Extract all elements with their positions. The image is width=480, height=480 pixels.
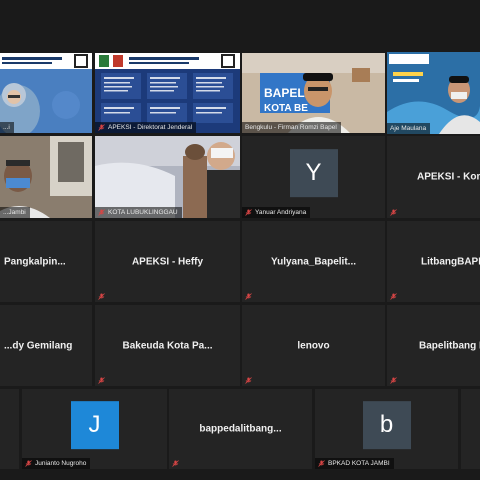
participant-center-name: lenovo [297,340,330,351]
participant-tile[interactable]: ...i [0,53,92,133]
mic-muted-icon [390,209,397,216]
mic-muted-icon [98,124,105,131]
participant-name: ...Jambi [3,209,26,216]
participant-nameplate [387,375,401,386]
participant-nameplate: Aje Maulana [387,123,431,134]
participant-tile[interactable]: Bapelitbang K... [387,305,480,386]
participant-tile[interactable]: APEKSI - Direktorat Jenderal [95,53,240,133]
mic-muted-icon [390,293,397,300]
participant-center-name: bappedalitbang... [199,423,282,435]
participant-nameplate: KOTA LUBUKLINGGAU [95,207,182,218]
participant-name: BPKAD KOTA JAMBI [328,460,390,467]
participant-center-name: ...dy Gemilang [4,340,73,351]
participant-tile[interactable]: b BPKAD KOTA JAMBI [315,389,458,469]
participant-tile[interactable]: J Junianto Nugroho [22,389,167,469]
participant-video [387,52,480,134]
participant-video [95,136,240,218]
gallery-grid: ...i APEKSI - Direktorat Jenderal BAPEL … [0,0,480,480]
participant-name: APEKSI - Direktorat Jenderal [108,124,193,131]
participant-tile[interactable]: Pangkalpin... [0,221,92,302]
participant-name: Yanuar Andriyana [255,209,307,216]
participant-nameplate: ...Jambi [0,207,30,218]
participant-tile[interactable]: APEKSI - Kom... [387,136,480,218]
participant-center-name: Bapelitbang K... [419,340,480,351]
participant-name: KOTA LUBUKLINGGAU [108,209,178,216]
mic-muted-icon [172,460,179,467]
participant-avatar: Y [289,149,338,198]
participant-nameplate: Bengkulu - Firman Romzi Bapel [242,122,341,133]
participant-nameplate [242,375,256,386]
participant-tile[interactable]: Yulyana_Bapelit... [242,221,385,302]
participant-nameplate: APEKSI - Direktorat Jenderal [95,122,197,133]
participant-video [95,53,240,133]
participant-tile-active-speaker[interactable]: Aje Maulana [387,52,480,134]
mic-muted-icon [25,460,32,467]
participant-tile[interactable]: BAPEL KOTA BE Bengkulu - Firman Romzi Ba… [242,53,385,133]
participant-video: BAPEL KOTA BE [242,53,385,133]
mic-muted-icon [245,377,252,384]
participant-tile[interactable]: Bakeuda Kota Pa... [95,305,240,386]
mic-muted-icon [390,377,397,384]
participant-center-name: Pangkalpin... [4,256,66,267]
avatar-initial: J [88,411,101,439]
mic-muted-icon [245,293,252,300]
participant-name: Bengkulu - Firman Romzi Bapel [245,124,337,131]
participant-center-name: LitbangBAPP... [421,256,480,267]
participant-tile[interactable]: LitbangBAPP... [387,221,480,302]
mic-muted-icon [98,209,105,216]
participant-tile[interactable]: bappedalitbang... [169,389,312,469]
participant-tile[interactable]: ...dy Gemilang [0,305,92,386]
participant-nameplate [169,458,183,469]
participant-avatar: b [362,401,411,450]
participant-tile[interactable] [0,389,19,469]
participant-tile[interactable]: APEKSI - Heffy [95,221,240,302]
participant-nameplate: BPKAD KOTA JAMBI [315,458,394,469]
participant-center-name: Bakeuda Kota Pa... [122,340,213,351]
participant-name: Aje Maulana [390,125,427,132]
participant-nameplate [95,375,109,386]
participant-nameplate [387,291,401,302]
mic-muted-icon [98,293,105,300]
mic-muted-icon [318,460,325,467]
participant-center-name: APEKSI - Kom... [417,171,480,183]
participant-tile[interactable]: KOTA LUBUKLINGGAU [95,136,240,218]
mic-muted-icon [245,209,252,216]
participant-tile[interactable]: ...Jambi [0,136,92,218]
svg-text:KOTA BE: KOTA BE [264,103,308,114]
participant-nameplate [387,207,401,218]
participant-nameplate [95,291,109,302]
participant-nameplate: Yanuar Andriyana [242,207,311,218]
participant-nameplate [242,291,256,302]
avatar-initial: Y [305,159,322,187]
participant-center-name: Yulyana_Bapelit... [270,256,357,267]
participant-tile[interactable]: Y Yanuar Andriyana [242,136,385,218]
participant-video [0,53,92,133]
participant-center-name: APEKSI - Heffy [131,256,204,267]
avatar-initial: b [379,411,394,439]
participant-video [0,136,92,218]
participant-avatar: J [70,401,119,450]
mic-muted-icon [98,377,105,384]
participant-nameplate: Junianto Nugroho [22,458,91,469]
participant-tile[interactable]: lenovo [242,305,385,386]
participant-tile[interactable] [461,389,480,469]
participant-name: ...i [3,124,10,131]
svg-text:BAPEL: BAPEL [264,86,305,100]
participant-nameplate: ...i [0,122,14,133]
participant-name: Junianto Nugroho [35,460,87,467]
